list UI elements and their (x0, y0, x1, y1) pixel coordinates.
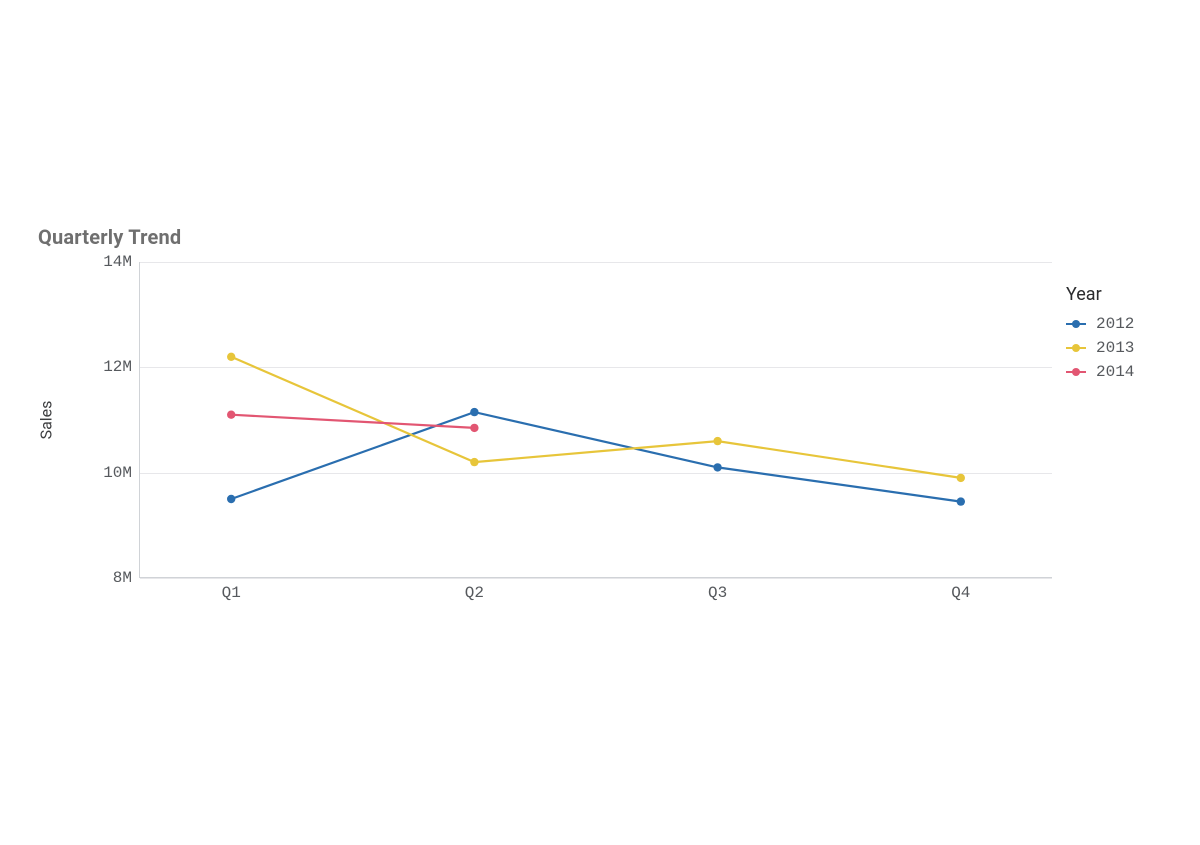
legend-label: 2012 (1096, 315, 1134, 333)
chart-svg (140, 262, 1052, 578)
legend-title: Year (1066, 284, 1186, 305)
series-line-2012 (231, 412, 961, 502)
data-point (470, 408, 478, 416)
legend-item-2012[interactable]: 2012 (1066, 315, 1186, 333)
data-point (957, 474, 965, 482)
x-tick-label: Q4 (951, 584, 970, 602)
chart-title: Quarterly Trend (38, 225, 181, 249)
gridline (140, 578, 1052, 579)
data-point (713, 437, 721, 445)
chart-container: Quarterly Trend Sales 8M 10M 12M 14M Q1 … (0, 0, 1200, 845)
x-tick-label: Q2 (465, 584, 484, 602)
legend-item-2014[interactable]: 2014 (1066, 363, 1186, 381)
legend-swatch (1066, 319, 1086, 329)
y-tick-label: 10M (103, 464, 132, 482)
legend-swatch (1066, 343, 1086, 353)
legend-label: 2013 (1096, 339, 1134, 357)
data-point (470, 424, 478, 432)
y-tick-label: 12M (103, 358, 132, 376)
y-tick-label: 14M (103, 253, 132, 271)
legend-item-2013[interactable]: 2013 (1066, 339, 1186, 357)
data-point (227, 353, 235, 361)
data-point (713, 463, 721, 471)
legend: Year 2012 2013 2014 (1066, 284, 1186, 387)
x-tick-label: Q3 (708, 584, 727, 602)
legend-swatch (1066, 367, 1086, 377)
data-point (470, 458, 478, 466)
y-tick-label: 8M (113, 569, 132, 587)
series-dots-2012 (227, 408, 965, 506)
y-axis-title: Sales (37, 401, 56, 440)
data-point (227, 411, 235, 419)
series-line-2014 (231, 415, 474, 428)
data-point (227, 495, 235, 503)
data-point (957, 497, 965, 505)
plot-area: 8M 10M 12M 14M Q1 Q2 Q3 Q4 (140, 262, 1052, 578)
x-tick-label: Q1 (222, 584, 241, 602)
legend-label: 2014 (1096, 363, 1134, 381)
